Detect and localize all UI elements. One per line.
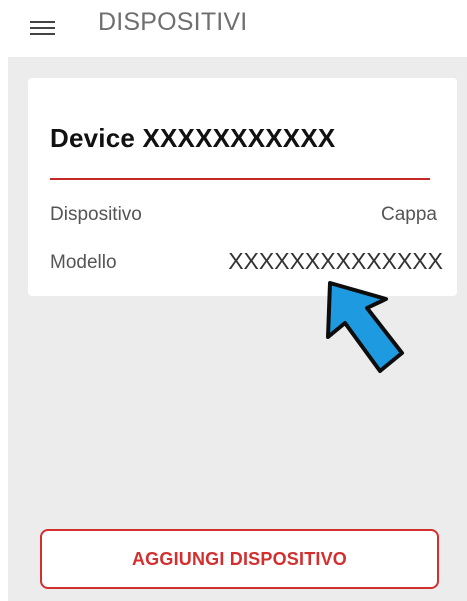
device-type-value: Cappa [381,204,437,225]
menu-line [30,27,55,29]
device-card[interactable]: Device XXXXXXXXXXX Dispositivo Cappa Mod… [28,78,457,296]
pointer-arrow-icon [326,281,404,373]
menu-line [30,33,55,35]
app-screen: DISPOSITIVI Device XXXXXXXXXXX Dispositi… [0,0,467,601]
device-type-label: Dispositivo [50,204,142,225]
page-title: DISPOSITIVI [98,8,248,36]
model-value: XXXXXXXXXXXXXX [228,248,443,274]
hamburger-menu-icon[interactable] [30,14,62,42]
menu-line [30,21,55,23]
top-app-bar: DISPOSITIVI [0,0,467,57]
card-divider [50,178,430,180]
add-device-button[interactable]: AGGIUNGI DISPOSITIVO [40,529,439,589]
model-label: Modello [50,252,117,273]
device-card-title: Device XXXXXXXXXXX [50,123,336,153]
